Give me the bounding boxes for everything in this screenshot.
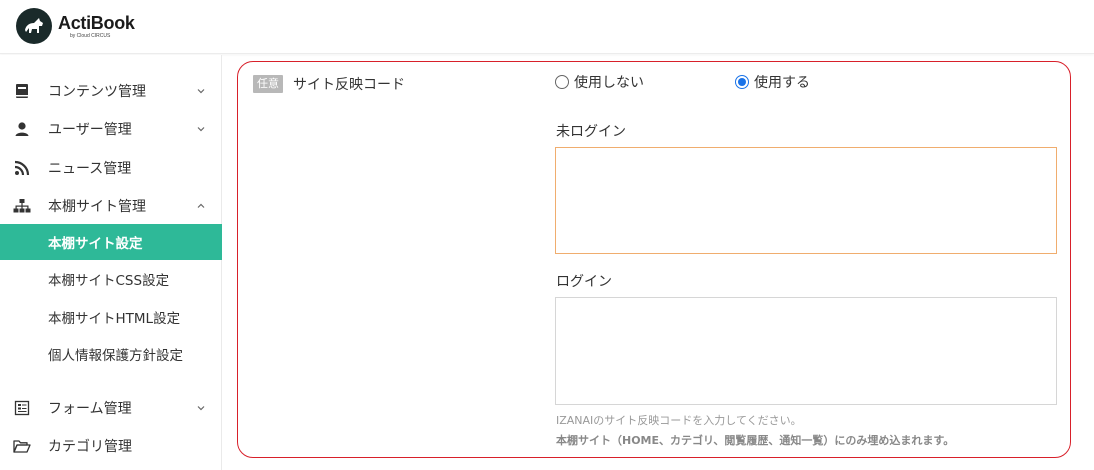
sitemap-icon [13, 197, 31, 215]
horse-logo-icon [16, 8, 52, 44]
chevron-down-icon [197, 89, 205, 94]
sidebar: コンテンツ管理 ユーザー管理 ニュース管理 本棚サイト管理 本棚サイト設定 本棚… [0, 55, 222, 470]
sidebar-item-label: 本棚サイト管理 [48, 199, 146, 215]
sidebar-item-bookshelf[interactable]: 本棚サイト管理 [0, 187, 222, 225]
sidebar-subitem-label: 本棚サイトHTML設定 [48, 311, 181, 327]
book-icon [13, 82, 31, 100]
sidebar-subitem-label: 本棚サイト設定 [48, 236, 143, 252]
folder-icon [13, 437, 31, 455]
form-icon [13, 399, 31, 417]
chevron-up-icon [197, 203, 205, 208]
radio-use-circle[interactable] [735, 75, 749, 89]
chevron-down-icon [197, 406, 205, 411]
chevron-down-icon [197, 127, 205, 132]
sidebar-subitem-label: 本棚サイトCSS設定 [48, 273, 170, 289]
sidebar-subitem-bookshelf-settings[interactable]: 本棚サイト設定 [0, 224, 222, 260]
sidebar-item-label: カテゴリ管理 [48, 439, 132, 455]
sidebar-subitem-bookshelf-css[interactable]: 本棚サイトCSS設定 [0, 261, 222, 297]
sidebar-item-users[interactable]: ユーザー管理 [0, 110, 222, 148]
radio-use-label: 使用する [754, 75, 810, 91]
sidebar-subitem-privacy-policy[interactable]: 個人情報保護方針設定 [0, 336, 222, 372]
help-note: 本棚サイト（HOME、カテゴリ、閲覧履歴、通知一覧）にのみ埋め込まれます。 [556, 434, 955, 447]
radio-not-use[interactable]: 使用しない [555, 72, 644, 92]
brand-logo[interactable]: ActiBook by Cloud CIRCUS [16, 8, 135, 44]
user-icon [13, 120, 31, 138]
sidebar-item-label: フォーム管理 [48, 401, 132, 417]
sidebar-item-label: ニュース管理 [48, 161, 132, 177]
radio-not-use-label: 使用しない [574, 75, 644, 91]
sidebar-item-contents[interactable]: コンテンツ管理 [0, 72, 222, 110]
logged-in-code-input[interactable] [555, 297, 1057, 405]
sidebar-subitem-label: 個人情報保護方針設定 [48, 348, 183, 364]
radio-not-use-circle[interactable] [555, 75, 569, 89]
sidebar-item-label: ユーザー管理 [48, 122, 132, 138]
app-header: ActiBook by Cloud CIRCUS [0, 0, 1094, 54]
help-text: IZANAIのサイト反映コードを入力してください。 [556, 414, 802, 427]
rss-icon [13, 159, 31, 177]
sidebar-item-news[interactable]: ニュース管理 [0, 149, 222, 187]
sidebar-item-label: コンテンツ管理 [48, 84, 146, 100]
sidebar-item-categories[interactable]: カテゴリ管理 [0, 427, 222, 465]
brand-name: ActiBook [58, 12, 135, 33]
not-logged-in-code-input[interactable] [555, 147, 1057, 254]
brand-sub: by Cloud CIRCUS [70, 32, 111, 39]
sidebar-subitem-bookshelf-html[interactable]: 本棚サイトHTML設定 [0, 299, 222, 335]
field-label: サイト反映コード [293, 77, 405, 93]
not-logged-in-label: 未ログイン [556, 124, 626, 140]
logged-in-label: ログイン [556, 274, 612, 290]
optional-badge: 任意 [253, 75, 283, 93]
sidebar-item-forms[interactable]: フォーム管理 [0, 389, 222, 427]
radio-use[interactable]: 使用する [735, 72, 810, 92]
